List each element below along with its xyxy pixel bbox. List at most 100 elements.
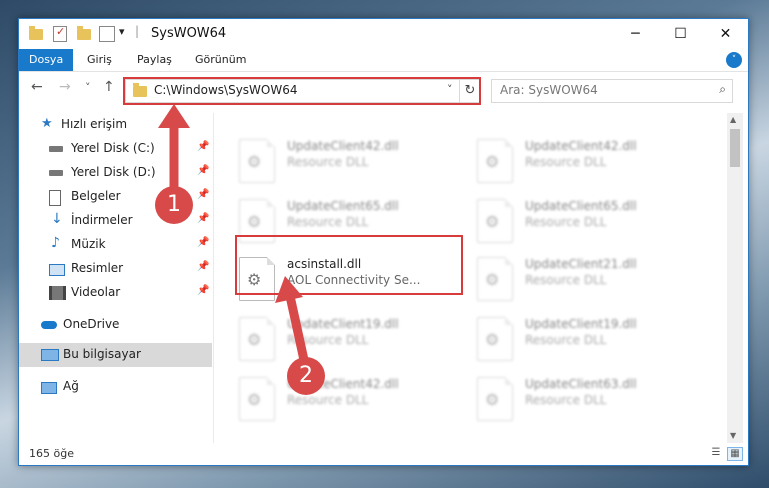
file-item[interactable]: UpdateClient42.dll Resource DLL — [239, 373, 467, 427]
search-placeholder[interactable]: Ara: SysWOW64 — [500, 83, 598, 97]
back-button[interactable]: ← — [31, 79, 43, 95]
file-description: Resource DLL — [525, 215, 607, 229]
tab-giris[interactable]: Giriş — [77, 49, 122, 71]
title-divider: | — [135, 24, 140, 38]
step-1-badge: 1 — [155, 186, 193, 224]
dll-file-icon — [477, 317, 513, 361]
file-item[interactable]: UpdateClient19.dll Resource DLL — [239, 313, 467, 367]
window-title: SysWOW64 — [151, 26, 227, 41]
vertical-scrollbar[interactable]: ▲ ▼ — [727, 113, 743, 443]
view-icon[interactable] — [99, 26, 115, 42]
address-highlight — [123, 77, 481, 105]
file-item[interactable]: UpdateClient65.dll Resource DLL — [477, 195, 705, 249]
scroll-down-icon[interactable]: ▼ — [730, 431, 736, 440]
explorer-window: ✓ ▾ | SysWOW64 ─ ☐ ✕ Dosya Giriş Paylaş … — [18, 18, 749, 466]
tab-paylas[interactable]: Paylaş — [127, 49, 182, 71]
file-name: UpdateClient21.dll — [525, 257, 637, 271]
search-icon[interactable]: ⌕ — [719, 82, 726, 97]
navigation-pane: ★ Hızlı erişim Yerel Disk (C:) 📌 Yerel D… — [19, 113, 212, 443]
details-view-icon[interactable]: ☰ — [709, 447, 723, 459]
folder-icon — [29, 26, 43, 40]
sidebar-item-label: İndirmeler — [71, 213, 133, 227]
item-count: 165 öğe — [29, 447, 74, 460]
status-bar: 165 öğe ☰ ▦ — [19, 443, 748, 465]
sidebar-item-label: Videolar — [71, 285, 121, 299]
step-2-badge: 2 — [287, 357, 325, 395]
file-description: Resource DLL — [287, 155, 369, 169]
file-description: Resource DLL — [287, 393, 369, 407]
sidebar-item-local-disk-c[interactable]: Yerel Disk (C:) 📌 — [19, 137, 212, 161]
dll-file-icon — [239, 377, 275, 421]
file-name: UpdateClient65.dll — [287, 199, 399, 213]
maximize-button[interactable]: ☐ — [658, 19, 703, 49]
tiles-view-icon[interactable]: ▦ — [727, 447, 743, 461]
pictures-icon — [49, 264, 65, 276]
scrollbar-thumb[interactable] — [730, 129, 740, 167]
file-name: UpdateClient42.dll — [287, 139, 399, 153]
dll-file-icon — [477, 257, 513, 301]
scroll-up-icon[interactable]: ▲ — [730, 115, 736, 124]
minimize-button[interactable]: ─ — [613, 19, 658, 49]
file-name: UpdateClient19.dll — [525, 317, 637, 331]
drive-icon — [49, 146, 63, 152]
drive-icon — [49, 170, 63, 176]
pin-icon[interactable]: 📌 — [197, 261, 209, 272]
pin-icon[interactable]: 📌 — [197, 285, 209, 296]
computer-icon — [41, 349, 59, 361]
sidebar-item-label: Ağ — [63, 379, 79, 393]
title-bar: ✓ ▾ | SysWOW64 ─ ☐ ✕ — [19, 19, 748, 49]
sidebar-item-onedrive[interactable]: OneDrive — [19, 313, 212, 337]
dll-file-icon — [239, 139, 275, 183]
pin-icon[interactable]: 📌 — [197, 213, 209, 224]
up-button[interactable]: ↑ — [103, 79, 115, 95]
download-icon: ↓ — [51, 211, 63, 227]
forward-button[interactable]: → — [59, 79, 71, 95]
file-description: Resource DLL — [525, 155, 607, 169]
close-button[interactable]: ✕ — [703, 19, 748, 49]
sidebar-item-music[interactable]: ♪ Müzik 📌 — [19, 233, 212, 257]
tab-dosya[interactable]: Dosya — [19, 49, 74, 71]
file-description: Resource DLL — [525, 333, 607, 347]
dll-file-icon — [477, 139, 513, 183]
file-name: UpdateClient42.dll — [525, 139, 637, 153]
file-item[interactable]: UpdateClient21.dll Resource DLL — [477, 253, 705, 307]
sidebar-item-quick-access[interactable]: ★ Hızlı erişim — [19, 113, 212, 137]
properties-icon[interactable]: ✓ — [53, 25, 67, 42]
pin-icon[interactable]: 📌 — [197, 237, 209, 248]
quick-access-dropdown-icon[interactable]: ▾ — [119, 25, 125, 38]
sidebar-item-label: Bu bilgisayar — [63, 347, 141, 361]
dll-file-icon — [477, 199, 513, 243]
dll-file-icon — [477, 377, 513, 421]
file-item[interactable]: UpdateClient42.dll Resource DLL — [239, 135, 467, 189]
sidebar-item-label: Yerel Disk (D:) — [71, 165, 156, 179]
file-name: UpdateClient63.dll — [525, 377, 637, 391]
file-description: Resource DLL — [287, 333, 369, 347]
sidebar-item-pictures[interactable]: Resimler 📌 — [19, 257, 212, 281]
sidebar-item-label: Müzik — [71, 237, 106, 251]
sidebar-item-network[interactable]: Ağ — [19, 375, 212, 399]
tab-gorunum[interactable]: Görünüm — [185, 49, 256, 71]
sidebar-item-local-disk-d[interactable]: Yerel Disk (D:) 📌 — [19, 161, 212, 185]
search-box[interactable]: Ara: SysWOW64 ⌕ — [491, 79, 733, 103]
recent-locations-button[interactable]: ˅ — [85, 81, 91, 94]
file-item[interactable]: UpdateClient63.dll Resource DLL — [477, 373, 705, 427]
ribbon-expand-button[interactable]: ˅ — [726, 52, 742, 68]
document-icon — [49, 190, 61, 206]
sidebar-item-label: OneDrive — [63, 317, 120, 331]
file-name: UpdateClient65.dll — [525, 199, 637, 213]
file-item[interactable]: UpdateClient42.dll Resource DLL — [477, 135, 705, 189]
star-icon: ★ — [41, 116, 53, 131]
sidebar-item-this-pc[interactable]: Bu bilgisayar — [19, 343, 212, 367]
pin-icon[interactable]: 📌 — [197, 165, 209, 176]
file-item[interactable]: UpdateClient19.dll Resource DLL — [477, 313, 705, 367]
sidebar-item-label: Belgeler — [71, 189, 121, 203]
file-name: UpdateClient19.dll — [287, 317, 399, 331]
pin-icon[interactable]: 📌 — [197, 189, 209, 200]
pin-icon[interactable]: 📌 — [197, 141, 209, 152]
ribbon: Dosya Giriş Paylaş Görünüm ˅ — [19, 49, 748, 72]
video-icon — [49, 286, 66, 300]
pane-divider[interactable] — [213, 113, 214, 443]
sidebar-item-videos[interactable]: Videolar 📌 — [19, 281, 212, 305]
file-description: Resource DLL — [525, 393, 607, 407]
new-folder-icon[interactable] — [77, 26, 91, 40]
